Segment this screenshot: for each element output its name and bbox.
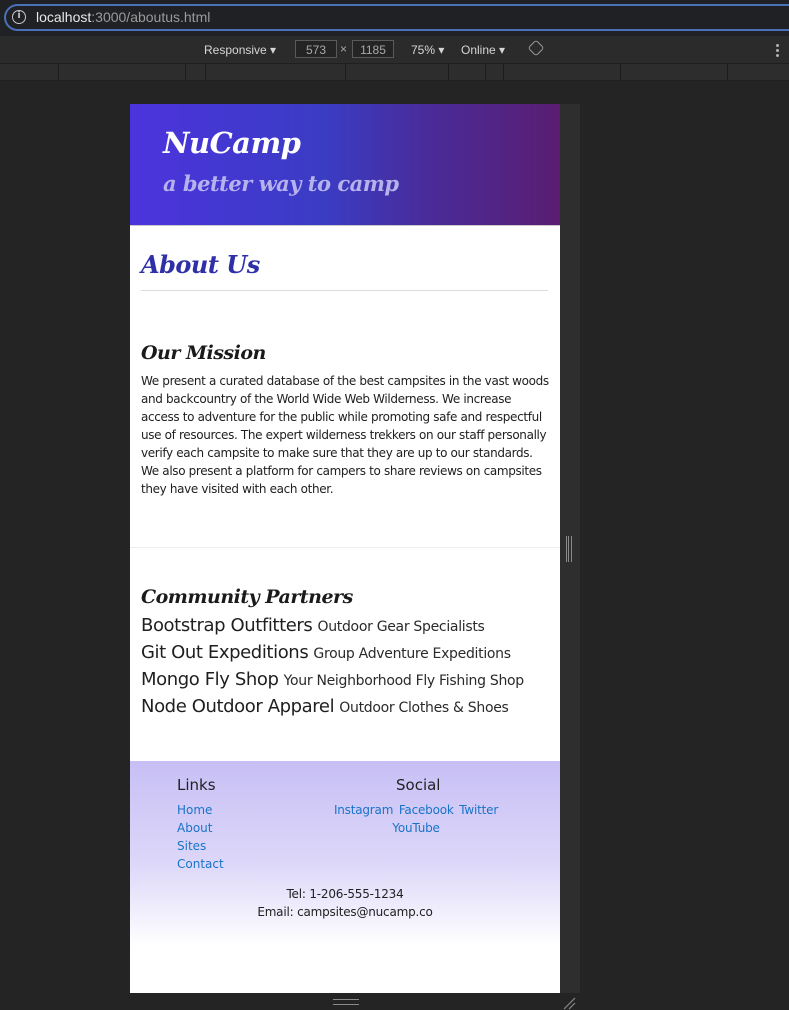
corner-resize-icon[interactable] — [562, 996, 576, 1010]
footer: Links Home About Sites Contact Social In… — [130, 761, 560, 993]
url-host: localhost — [36, 9, 92, 25]
social-link-instagram[interactable]: Instagram — [334, 803, 393, 817]
page-viewport: NuCamp a better way to camp About Us Our… — [130, 104, 560, 993]
brand-tagline: a better way to camp — [163, 171, 399, 196]
contact-info: Tel: 1-206-555-1234 Email: campsites@nuc… — [130, 885, 560, 921]
social-heading: Social — [396, 776, 441, 794]
partner-item: Git Out Expeditions Group Adventure Expe… — [141, 642, 556, 669]
contact-email: Email: campsites@nucamp.co — [257, 905, 433, 919]
social-link-facebook[interactable]: Facebook — [399, 803, 454, 817]
divider — [141, 290, 548, 291]
section-divider — [130, 547, 560, 548]
partner-name: Git Out Expeditions — [141, 642, 309, 663]
links-heading: Links — [177, 776, 216, 794]
contact-phone: Tel: 1-206-555-1234 — [286, 887, 404, 901]
kebab-icon[interactable] — [776, 44, 779, 59]
url-text[interactable]: localhost:3000/aboutus.html — [36, 9, 210, 25]
footer-link-about[interactable]: About — [177, 819, 224, 837]
partner-description: Outdoor Clothes & Shoes — [339, 700, 509, 716]
partner-name: Node Outdoor Apparel — [141, 696, 335, 717]
header-jumbotron: NuCamp a better way to camp — [130, 104, 560, 226]
footer-link-contact[interactable]: Contact — [177, 855, 224, 873]
network-throttle-select[interactable]: Online ▾ — [461, 43, 505, 57]
social-link-twitter[interactable]: Twitter — [459, 803, 498, 817]
partners-heading: Community Partners — [141, 586, 353, 608]
width-input[interactable]: 573 — [295, 40, 337, 58]
partner-description: Outdoor Gear Specialists — [317, 619, 485, 635]
footer-link-sites[interactable]: Sites — [177, 837, 224, 855]
media-query-ruler[interactable] — [0, 63, 789, 81]
zoom-select[interactable]: 75% ▾ — [411, 43, 444, 57]
partner-item: Mongo Fly Shop Your Neighborhood Fly Fis… — [141, 669, 556, 696]
partner-name: Mongo Fly Shop — [141, 669, 279, 690]
partner-description: Your Neighborhood Fly Fishing Shop — [283, 673, 525, 689]
footer-links: Home About Sites Contact — [177, 801, 224, 873]
right-resize-handle[interactable] — [566, 536, 572, 562]
brand-title: NuCamp — [163, 126, 301, 160]
device-toolbar: Responsive ▾ 573 × 1185 75% ▾ Online ▾ — [0, 36, 789, 63]
url-path: :3000/aboutus.html — [91, 9, 211, 25]
social-link-youtube[interactable]: YouTube — [392, 821, 440, 835]
partner-name: Bootstrap Outfitters — [141, 615, 313, 636]
partner-description: Group Adventure Expeditions — [313, 646, 511, 662]
mission-heading: Our Mission — [141, 342, 266, 364]
address-bar[interactable]: i localhost:3000/aboutus.html — [0, 0, 789, 36]
partner-item: Bootstrap Outfitters Outdoor Gear Specia… — [141, 615, 556, 642]
footer-link-home[interactable]: Home — [177, 801, 224, 819]
info-icon[interactable]: i — [12, 10, 26, 24]
dimension-separator: × — [340, 42, 348, 56]
device-select[interactable]: Responsive ▾ — [204, 43, 276, 57]
partner-item: Node Outdoor Apparel Outdoor Clothes & S… — [141, 696, 556, 723]
mission-paragraph: We present a curated database of the bes… — [141, 374, 549, 496]
bottom-resize-handle[interactable] — [333, 999, 359, 1005]
rotate-icon[interactable] — [527, 39, 545, 57]
page-title: About Us — [141, 250, 260, 279]
partners-list: Bootstrap Outfitters Outdoor Gear Specia… — [141, 615, 556, 723]
social-links: Instagram Facebook Twitter YouTube — [326, 801, 506, 837]
height-input[interactable]: 1185 — [352, 40, 394, 58]
